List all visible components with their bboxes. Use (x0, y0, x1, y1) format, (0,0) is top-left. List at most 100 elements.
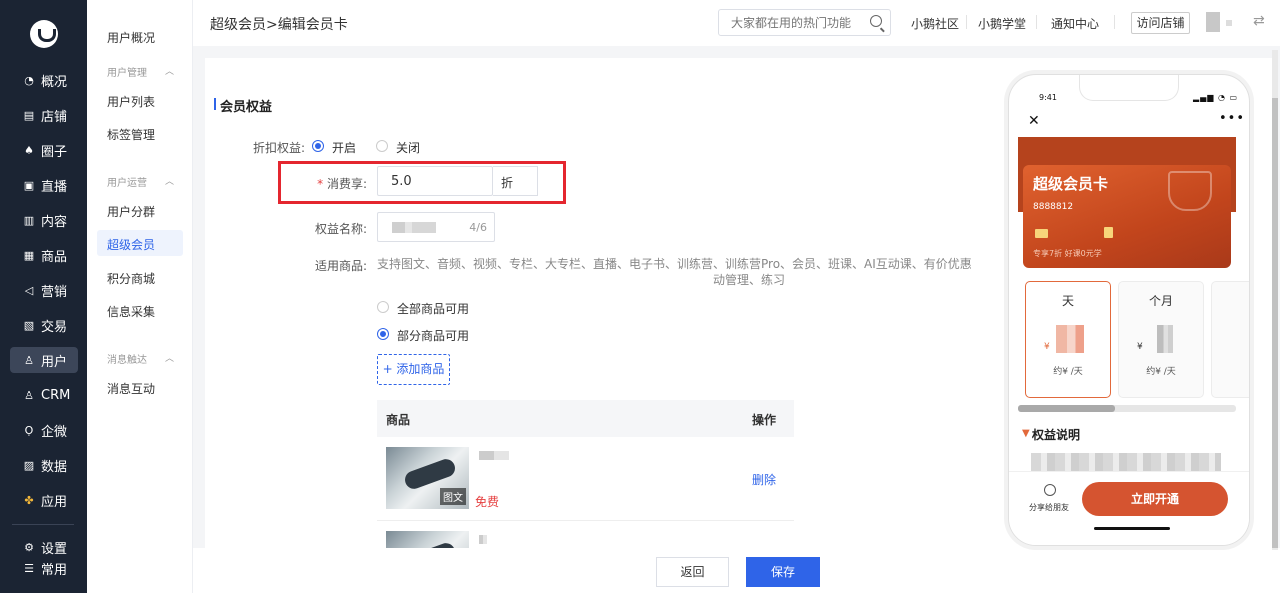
share-label: 分享给朋友 (1029, 503, 1069, 512)
add-goods-button[interactable]: + 添加商品 (377, 354, 450, 385)
nav-item-trade[interactable]: ▧ 交易 (10, 312, 78, 338)
subnav-info-collect[interactable]: 信息采集 (107, 303, 155, 320)
nav-label: 数据 (41, 459, 68, 475)
subnav-msg-interact[interactable]: 消息互动 (107, 380, 155, 397)
plan-option (1211, 281, 1249, 398)
goods-table: 商品 操作 图文 免费 删除 (377, 400, 794, 548)
visit-store-button[interactable]: 访问店铺 (1131, 12, 1190, 34)
plan-currency: ¥ (1137, 342, 1143, 352)
discount-off-radio[interactable] (376, 140, 388, 152)
pie-icon: ◔ (24, 73, 34, 87)
crm-icon: ♙ (24, 388, 34, 402)
table-row: 图文 免费 删除 (377, 437, 794, 521)
nav-item-marketing[interactable]: ◁ 营销 (10, 277, 78, 303)
all-goods-radio[interactable] (377, 301, 389, 313)
nav-item-data[interactable]: ▨ 数据 (10, 452, 78, 478)
nav-label: 内容 (41, 214, 68, 230)
save-button[interactable]: 保存 (746, 557, 820, 587)
nav-label: 用户 (41, 354, 68, 370)
nav-item-community[interactable]: ♠ 圈子 (10, 137, 78, 163)
phone-status-icons: ▂▄▆ ◔ ▭ (1193, 93, 1239, 102)
nav-item-wecom[interactable]: Ọ 企微 (10, 417, 78, 443)
switch-icon[interactable]: ⇄ (1253, 13, 1265, 29)
subnav-group-user-mgmt[interactable]: 用户管理 ︿ (107, 64, 174, 79)
nav-item-goods[interactable]: ▦ 商品 (10, 242, 78, 268)
community-icon: ♠ (24, 143, 34, 157)
secondary-sidebar: 用户概况 用户管理 ︿ 用户列表 标签管理 用户运营 ︿ 用户分群 超级会员 积分商… (87, 0, 193, 593)
col-goods: 商品 (386, 413, 411, 427)
subnav-group-msg[interactable]: 消息触达 ︿ (107, 351, 174, 366)
discount-off-label[interactable]: 关闭 (396, 139, 420, 156)
plan-option: 个月 ¥ 约¥ /天 (1118, 281, 1204, 398)
table-header: 商品 操作 (377, 400, 794, 437)
subnav-segments[interactable]: 用户分群 (107, 203, 155, 220)
search-icon[interactable] (870, 15, 882, 27)
all-goods-label[interactable]: 全部商品可用 (397, 300, 469, 317)
card-benefits: 专享7折 好课0元学 (1033, 249, 1102, 258)
subnav-group-user-ops[interactable]: 用户运营 ︿ (107, 174, 174, 189)
discount-on-label[interactable]: 开启 (332, 139, 356, 156)
breadcrumb: 超级会员>编辑会员卡 (210, 17, 348, 33)
preview-footer: 分享给朋友 立即开通 (1009, 471, 1249, 545)
subnav-points-mall[interactable]: 积分商城 (107, 270, 155, 287)
nav-label: 交易 (41, 319, 68, 335)
product-thumbnail: 图文 (386, 447, 469, 509)
nav-item-overview[interactable]: ◔ 概况 (10, 67, 78, 93)
benefit-title: 权益说明 (1032, 428, 1081, 442)
nav-label: 营销 (41, 284, 68, 300)
nav-label: 商品 (41, 249, 68, 265)
search-box[interactable] (718, 9, 891, 36)
app-logo-icon[interactable] (30, 20, 58, 48)
subnav-overview[interactable]: 用户概况 (107, 29, 155, 46)
delete-link[interactable]: 删除 (752, 471, 776, 488)
benefit-name-value (392, 222, 436, 233)
subnav-super-member[interactable]: 超级会员 (107, 236, 155, 253)
product-name (479, 451, 509, 460)
partial-goods-label[interactable]: 部分商品可用 (397, 327, 469, 344)
nav-label: CRM (41, 387, 71, 403)
member-card: 超级会员卡 8888812 专享7折 好课0元学 (1023, 165, 1231, 268)
link-notifications[interactable]: 通知中心 (1051, 15, 1099, 32)
nav-item-store[interactable]: ▤ 店铺 (10, 102, 78, 128)
nav-divider (12, 524, 74, 525)
link-academy[interactable]: 小鹅学堂 (978, 15, 1026, 32)
avatar[interactable] (1206, 12, 1220, 32)
plan-price (1157, 325, 1173, 353)
link-community[interactable]: 小鹅社区 (911, 15, 959, 32)
benefit-name-input[interactable]: 4/6 (377, 212, 495, 242)
app-root: ◔ 概况 ▤ 店铺 ♠ 圈子 ▣ 直播 ▥ 内容 ▦ 商品 ◁ 营销 ▧ 交易 ♙ 用户 ♙ CRM… (0, 0, 1280, 593)
nav-item-common[interactable]: ☰ 常用 (10, 555, 78, 581)
product-price: 免费 (475, 495, 500, 509)
close-icon: ✕ (1028, 113, 1040, 129)
search-input[interactable] (719, 10, 859, 35)
nav-item-content[interactable]: ▥ 内容 (10, 207, 78, 233)
col-action: 操作 (752, 413, 777, 427)
table-row (377, 521, 794, 548)
trade-icon: ▧ (23, 318, 35, 332)
home-indicator (1094, 527, 1170, 530)
crest-icon (1168, 171, 1212, 211)
partial-goods-radio[interactable] (377, 328, 389, 340)
back-button[interactable]: 返回 (656, 557, 729, 587)
primary-sidebar: ◔ 概况 ▤ 店铺 ♠ 圈子 ▣ 直播 ▥ 内容 ▦ 商品 ◁ 营销 ▧ 交易 ♙ 用户 ♙ CRM… (0, 0, 87, 593)
nav-item-apps[interactable]: ✤ 应用 (10, 487, 78, 513)
top-bar: 超级会员>编辑会员卡 小鹅社区 小鹅学堂 通知中心 访问店铺 ⇄ (193, 0, 1280, 46)
chevron-up-icon: ︿ (165, 67, 175, 77)
page-scrollbar[interactable] (1272, 50, 1278, 550)
plan-daily: 约¥ /天 (1053, 367, 1083, 377)
wecom-icon: Ọ (24, 423, 34, 437)
divider (1036, 15, 1037, 29)
nav-item-live[interactable]: ▣ 直播 (10, 172, 78, 198)
account-name (1226, 20, 1232, 26)
subnav-user-list[interactable]: 用户列表 (107, 93, 155, 110)
section-title: 会员权益 (213, 96, 272, 115)
nav-item-user[interactable]: ♙ 用户 (10, 347, 78, 373)
divider (966, 15, 967, 29)
subnav-tag-mgmt[interactable]: 标签管理 (107, 126, 155, 143)
nav-item-crm[interactable]: ♙ CRM (10, 382, 78, 408)
live-icon: ▣ (23, 178, 35, 192)
plan-daily: 约¥ /天 (1146, 367, 1176, 377)
discount-on-radio[interactable] (312, 140, 324, 152)
user-icon: ♙ (24, 353, 34, 367)
phone-time: 9:41 (1039, 93, 1057, 102)
